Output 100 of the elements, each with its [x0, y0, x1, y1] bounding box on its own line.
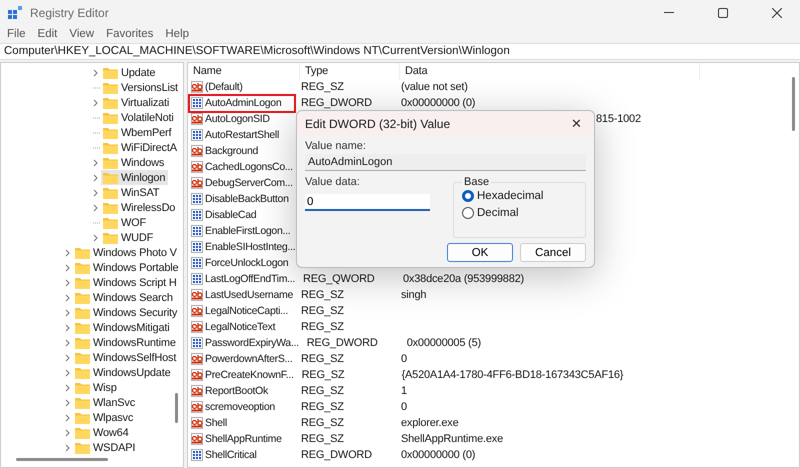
chevron-icon[interactable] — [65, 338, 71, 346]
chevron-icon[interactable] — [93, 174, 99, 182]
tree-item[interactable]: Wow64 — [73, 425, 132, 440]
folder-icon — [75, 336, 90, 348]
value-name-cell[interactable]: scremoveoption — [190, 400, 294, 414]
value-name-cell[interactable]: LastUsedUsername — [190, 288, 294, 302]
menu-item[interactable]: File — [3, 28, 30, 40]
scrollbar-thumb[interactable] — [16, 458, 108, 461]
chevron-icon[interactable] — [93, 68, 99, 76]
chevron-icon[interactable] — [65, 384, 71, 392]
menu-item[interactable]: View — [65, 28, 98, 40]
value-name-field[interactable]: AutoAdminLogon — [305, 154, 586, 171]
value-name-cell[interactable]: AutoAdminLogon — [190, 96, 294, 110]
folder-icon — [75, 366, 90, 378]
dialog-button[interactable]: Cancel — [520, 243, 586, 262]
tree-item[interactable]: WindowsSelfHost — [73, 350, 180, 365]
value-name-cell[interactable]: EnableFirstLogon... — [190, 224, 294, 238]
radio-button[interactable] — [462, 207, 474, 219]
value-name-cell[interactable]: CachedLogonsCo... — [190, 160, 294, 174]
value-name-cell[interactable]: DisableCad — [190, 208, 294, 222]
base-label: Base — [463, 176, 490, 188]
chevron-icon[interactable] — [65, 248, 71, 256]
dialog-button[interactable]: OK — [447, 243, 513, 262]
tree-item[interactable]: WindowsUpdate — [73, 365, 174, 380]
value-name-cell[interactable]: LegalNoticeText — [190, 320, 294, 334]
value-name-cell[interactable]: (Default) — [190, 80, 294, 94]
tree-item[interactable]: WSDAPI — [73, 440, 138, 455]
folder-icon — [75, 382, 90, 394]
tree-item[interactable]: Windows — [101, 155, 168, 170]
value-name-cell[interactable]: AutoRestartShell — [190, 128, 294, 142]
value-name-cell[interactable]: ShellCritical — [190, 448, 294, 462]
value-name-cell[interactable]: AutoLogonSID — [190, 112, 294, 126]
value-name-cell[interactable]: Shell — [190, 416, 294, 430]
column-header[interactable]: Data — [400, 63, 700, 80]
tree-item[interactable]: Update — [101, 65, 158, 80]
string-value-icon — [191, 289, 203, 301]
value-name-cell[interactable]: DebugServerCom... — [190, 176, 294, 190]
folder-icon — [75, 352, 90, 364]
tree-item[interactable]: VolatileNoti — [101, 110, 177, 125]
menu-item[interactable]: Help — [161, 28, 194, 40]
chevron-icon[interactable] — [65, 428, 71, 436]
folder-icon — [75, 426, 90, 438]
column-header[interactable]: Type — [300, 63, 400, 80]
value-name-cell[interactable]: EnableSIHostInteg... — [190, 240, 296, 254]
binary-value-icon — [191, 209, 203, 221]
address-bar[interactable]: Computer\HKEY_LOCAL_MACHINE\SOFTWARE\Microsoft\Windows NT\CurrentVersion\Winlogon — [0, 43, 800, 60]
chevron-icon[interactable] — [65, 308, 71, 316]
chevron-icon[interactable] — [65, 368, 71, 376]
chevron-icon[interactable] — [93, 204, 99, 212]
tree-item[interactable]: WindowsRuntime — [73, 335, 179, 350]
value-name-cell[interactable]: LegalNoticeCapti... — [190, 304, 294, 318]
tree-item[interactable]: WlanSvc — [73, 395, 138, 410]
tree-item[interactable]: WOF — [101, 215, 150, 230]
chevron-icon[interactable] — [65, 324, 71, 332]
tree-item[interactable]: Virtualizati — [101, 95, 172, 110]
value-name-cell[interactable]: PowerdownAfterS... — [190, 352, 294, 366]
binary-value-icon — [191, 257, 203, 269]
radio-button[interactable] — [462, 190, 474, 202]
chevron-icon[interactable] — [65, 354, 71, 362]
tree-item[interactable]: Wlpasvc — [73, 410, 136, 425]
tree-item[interactable]: Wisp — [73, 380, 120, 395]
value-name-cell[interactable]: PreCreateKnownF... — [190, 368, 295, 382]
scrollbar-thumb[interactable] — [792, 77, 795, 131]
chevron-icon[interactable] — [93, 188, 99, 196]
scrollbar-thumb[interactable] — [175, 393, 178, 423]
value-name-cell[interactable]: Background — [190, 144, 294, 158]
close-button[interactable]: ✕ — [567, 116, 586, 131]
chevron-icon[interactable] — [65, 294, 71, 302]
column-header[interactable]: Name — [188, 63, 300, 80]
value-name-cell[interactable]: PasswordExpiryWa... — [190, 336, 300, 350]
tree-item[interactable]: Windows Search — [73, 290, 176, 305]
folder-icon — [103, 156, 118, 168]
tree-item[interactable]: VersionsList — [101, 80, 181, 95]
value-name-cell[interactable]: ReportBootOk — [190, 384, 294, 398]
value-name-cell[interactable]: ShellAppRuntime — [190, 432, 294, 446]
menu-item[interactable]: Edit — [34, 28, 62, 40]
tree-item[interactable]: Winlogon — [101, 170, 168, 185]
chevron-icon[interactable] — [93, 234, 99, 242]
value-name-cell[interactable]: LastLogOffEndTim... — [190, 272, 296, 286]
chevron-icon[interactable] — [93, 158, 99, 166]
tree-item[interactable]: Windows Photo V — [73, 245, 180, 260]
tree-item[interactable]: WUDF — [101, 230, 156, 245]
tree-item[interactable]: Windows Script H — [73, 275, 180, 290]
value-name-cell[interactable]: ForceUnlockLogon — [190, 256, 294, 270]
chevron-icon[interactable] — [65, 278, 71, 286]
tree-item[interactable]: WbemPerf — [101, 125, 174, 140]
value-data-field[interactable]: 0 — [305, 194, 430, 211]
value-name-cell[interactable]: DisableBackButton — [190, 192, 294, 206]
menu-item[interactable]: Favorites — [102, 28, 158, 40]
chevron-icon[interactable] — [65, 444, 71, 452]
chevron-icon[interactable] — [65, 398, 71, 406]
tree-item[interactable]: WindowsMitigati — [73, 320, 172, 335]
tree-item[interactable]: Windows Portable — [73, 260, 182, 275]
tree-item[interactable]: WirelessDo — [101, 200, 178, 215]
chevron-icon[interactable] — [93, 98, 99, 106]
tree-item[interactable]: WinSAT — [101, 185, 162, 200]
chevron-icon[interactable] — [65, 264, 71, 272]
tree-item[interactable]: WiFiDirectA — [101, 140, 180, 155]
tree-item[interactable]: Windows Security — [73, 305, 180, 320]
chevron-icon[interactable] — [65, 414, 71, 422]
